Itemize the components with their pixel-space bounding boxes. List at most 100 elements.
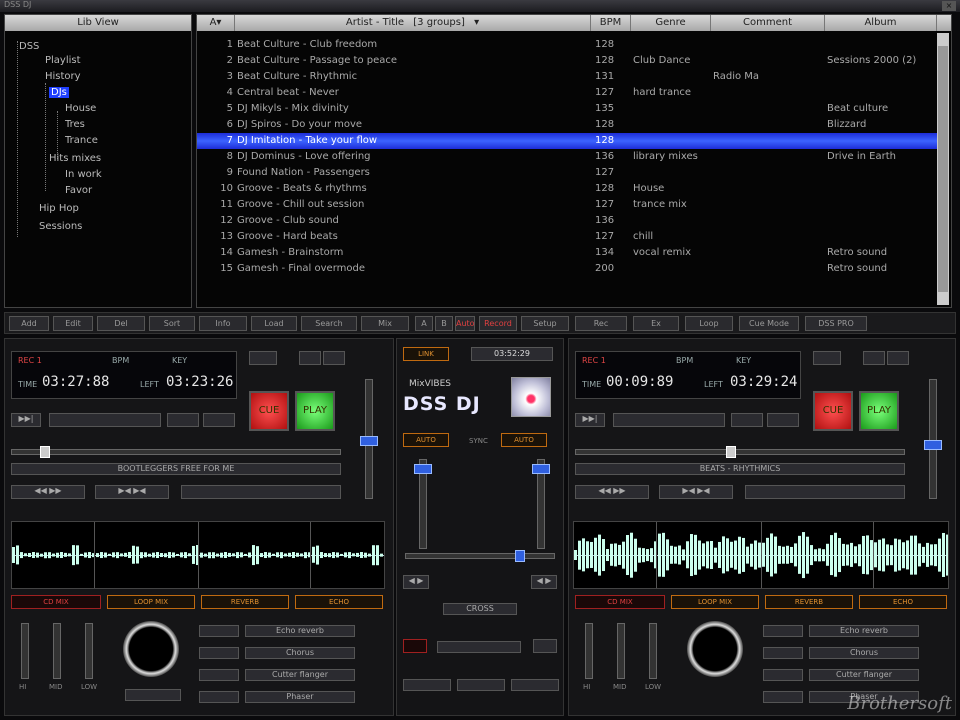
mixer-left-arrows[interactable]: ◀ ▶	[403, 575, 429, 589]
close-icon[interactable]: ×	[942, 1, 956, 11]
tree-item[interactable]: Hits mixes	[49, 153, 101, 164]
mixer-rec-button[interactable]	[403, 639, 427, 653]
track-row[interactable]: 10 Groove - Beats & rhythms 128 House	[197, 181, 937, 197]
album-column[interactable]: Album	[825, 15, 937, 31]
deck-right-loop-mix-button[interactable]: LOOP MIX	[671, 595, 759, 609]
deck-left-loop-mix-button[interactable]: LOOP MIX	[107, 595, 195, 609]
tree-item[interactable]: Trance	[65, 135, 98, 146]
deck-left-cd-mix-button[interactable]: CD MIX	[11, 595, 101, 609]
deck-left-fx2-toggle[interactable]	[199, 647, 239, 659]
tree-item[interactable]: In work	[65, 169, 102, 180]
deck-right-out-button[interactable]	[767, 413, 799, 427]
deck-left-fx1[interactable]: Echo reverb	[245, 625, 355, 637]
toolbar-button[interactable]: Loop	[685, 316, 733, 331]
mixer-sample-1[interactable]	[403, 679, 451, 691]
deck-right-cd-mix-button[interactable]: CD MIX	[575, 595, 665, 609]
track-row[interactable]: 5 DJ Mikyls - Mix divinity 135 Beat culture	[197, 101, 937, 117]
mixer-volume-left-knob[interactable]	[414, 464, 432, 474]
mixer-auto-right-button[interactable]: AUTO	[501, 433, 547, 447]
mixer-cross-button[interactable]: CROSS	[443, 603, 517, 615]
deck-left-fx1-toggle[interactable]	[199, 625, 239, 637]
deck-right-fx4-toggle[interactable]	[763, 691, 803, 703]
tree-item[interactable]: DSS	[19, 41, 39, 52]
deck-right-skip-button[interactable]: ▶▶|	[575, 413, 605, 427]
deck-right-echo-button[interactable]: ECHO	[859, 595, 947, 609]
title-column[interactable]: Artist - Title [3 groups] ▾	[235, 15, 591, 31]
toolbar-button[interactable]: Ex	[633, 316, 679, 331]
crossfader-knob[interactable]	[515, 550, 525, 562]
deck-right-fx1[interactable]: Echo reverb	[809, 625, 919, 637]
deck-right-waveform[interactable]	[573, 521, 949, 589]
deck-left-fx4-toggle[interactable]	[199, 691, 239, 703]
deck-left-load-button[interactable]	[249, 351, 277, 365]
deck-right-cue-button[interactable]: CUE	[813, 391, 853, 431]
deck-right-in-button[interactable]	[731, 413, 763, 427]
deck-left-next-button[interactable]	[323, 351, 345, 365]
deck-left-pitch-knob[interactable]	[360, 436, 378, 446]
mixer-link-button[interactable]: LINK	[403, 347, 449, 361]
deck-left-fx4[interactable]: Phaser	[245, 691, 355, 703]
track-row[interactable]: 14 Gamesh - Brainstorm 134 vocal remix Retro…	[197, 245, 937, 261]
track-row[interactable]: 4 Central beat - Never 127 hard trance	[197, 85, 937, 101]
toolbar-button[interactable]: B	[435, 316, 453, 331]
deck-right-reverb-button[interactable]: REVERB	[765, 595, 853, 609]
mixer-sample-2[interactable]	[457, 679, 505, 691]
deck-right-fx2-toggle[interactable]	[763, 647, 803, 659]
deck-left-in-button[interactable]	[167, 413, 199, 427]
genre-column[interactable]: Genre	[631, 15, 711, 31]
mixer-volume-right[interactable]	[532, 459, 550, 549]
track-row[interactable]: 12 Groove - Club sound 136	[197, 213, 937, 229]
deck-left-position-knob[interactable]	[40, 446, 50, 458]
deck-right-position-knob[interactable]	[726, 446, 736, 458]
deck-left-fx3[interactable]: Cutter flanger	[245, 669, 355, 681]
toolbar-button[interactable]: Load	[251, 316, 297, 331]
track-row[interactable]: 3 Beat Culture - Rhythmic 131 Radio Ma	[197, 69, 937, 85]
deck-left-eq-mid[interactable]	[53, 623, 61, 679]
mixer-right-arrows[interactable]: ◀ ▶	[531, 575, 557, 589]
deck-left-prev-button[interactable]	[299, 351, 321, 365]
track-row[interactable]: 1 Beat Culture - Club freedom 128	[197, 37, 937, 53]
scroll-up-icon[interactable]	[938, 34, 948, 46]
deck-right-fx2[interactable]: Chorus	[809, 647, 919, 659]
deck-left-echo-button[interactable]: ECHO	[295, 595, 383, 609]
deck-left-seek-button[interactable]: ▶◀ ▶◀	[95, 485, 169, 499]
tree-item[interactable]: Favor	[65, 185, 92, 196]
tree-item[interactable]: History	[45, 71, 81, 82]
deck-left-out-button[interactable]	[203, 413, 235, 427]
deck-right-eq-hi[interactable]	[585, 623, 593, 679]
deck-right-position-slider[interactable]	[575, 446, 905, 458]
mixer-volume-left[interactable]	[414, 459, 432, 549]
toolbar-button[interactable]: Auto	[455, 316, 475, 331]
mixer-auto-left-button[interactable]: AUTO	[403, 433, 449, 447]
toolbar-button[interactable]: A	[415, 316, 433, 331]
toolbar-button[interactable]: Del	[97, 316, 145, 331]
track-row[interactable]: 15 Gamesh - Final overmode 200 Retro sound	[197, 261, 937, 277]
toolbar-button[interactable]: DSS PRO	[805, 316, 867, 331]
toolbar-button[interactable]: Rec	[575, 316, 627, 331]
deck-right-pitch-knob[interactable]	[924, 440, 942, 450]
deck-left-waveform[interactable]	[11, 521, 385, 589]
deck-right-loop-counter[interactable]	[613, 413, 725, 427]
toolbar-button[interactable]: Mix	[361, 316, 409, 331]
crossfader[interactable]	[405, 550, 555, 562]
bpm-column[interactable]: BPM	[591, 15, 631, 31]
deck-left-play-button[interactable]: PLAY	[295, 391, 335, 431]
deck-right-seek-button[interactable]: ▶◀ ▶◀	[659, 485, 733, 499]
mixer-volume-right-knob[interactable]	[532, 464, 550, 474]
track-row[interactable]: 2 Beat Culture - Passage to peace 128 Club …	[197, 53, 937, 69]
track-row[interactable]: 13 Groove - Hard beats 127 chill	[197, 229, 937, 245]
deck-right-fx3[interactable]: Cutter flanger	[809, 669, 919, 681]
deck-right-fx3-toggle[interactable]	[763, 669, 803, 681]
deck-right-next-button[interactable]	[887, 351, 909, 365]
track-row[interactable]: 11 Groove - Chill out session 127 trance mi…	[197, 197, 937, 213]
mixer-sample-3[interactable]	[511, 679, 559, 691]
mixer-monitor-button[interactable]	[533, 639, 557, 653]
deck-left-scratch-button[interactable]	[125, 689, 181, 701]
tree-item[interactable]: Hip Hop	[39, 203, 79, 214]
deck-left-jog-wheel[interactable]	[123, 621, 179, 677]
toolbar-button[interactable]: Edit	[53, 316, 93, 331]
scroll-down-icon[interactable]	[938, 292, 948, 304]
deck-right-load-button[interactable]	[813, 351, 841, 365]
track-row[interactable]: 8 DJ Dominus - Love offering 136 library mi…	[197, 149, 937, 165]
tree-item[interactable]: DJs	[49, 87, 69, 98]
